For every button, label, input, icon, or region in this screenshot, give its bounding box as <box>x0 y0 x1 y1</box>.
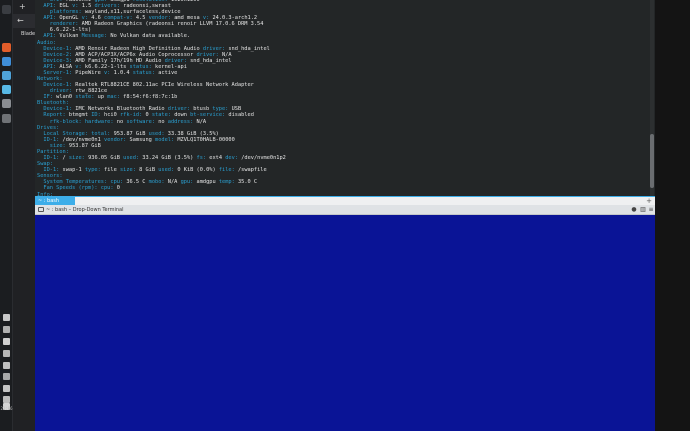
terminal-text: 953.87 GiB <box>68 142 101 149</box>
terminal-text: Samsung <box>129 136 156 143</box>
add-tab-button[interactable]: + <box>645 197 653 205</box>
terminal-key: size: <box>119 167 140 174</box>
terminal-key: Message: <box>81 33 111 40</box>
terminal-key: status: <box>132 69 159 76</box>
terminal-text: AMD Radeon Graphics (radeonsi renoir LLV… <box>81 21 264 28</box>
terminal-text: PipeWire <box>75 69 104 76</box>
dropdown-terminal-body[interactable] <box>35 215 655 431</box>
back-arrow-icon[interactable]: ← <box>17 17 24 25</box>
terminal-text: up <box>97 94 108 101</box>
terminal-key: address: <box>167 118 197 125</box>
terminal-key: software: <box>126 118 159 125</box>
terminal-key: gpu: <box>180 179 197 186</box>
terminal-text: snd_hda_intel <box>228 45 270 52</box>
terminal-key: file: <box>218 167 238 174</box>
tray-icon-2[interactable] <box>3 326 10 333</box>
terminal-text: active <box>158 69 178 76</box>
terminal-text: swap-1 <box>62 167 85 174</box>
settings-icon[interactable] <box>2 114 11 123</box>
terminal-text: f8:54:f6:f8:7c:1b <box>123 94 178 101</box>
tray-icon-4[interactable] <box>3 350 10 357</box>
terminal-text: 0 KiB (0.0%) <box>177 167 219 174</box>
terminal-text: /dev/nvme0n1p2 <box>241 155 286 162</box>
launcher-icon[interactable] <box>2 5 11 14</box>
terminal-key: type: <box>84 167 104 174</box>
desktop-background <box>655 0 690 431</box>
terminal-output: dri: radeonsi gpu: amdgpu resolution: 19… <box>37 0 286 196</box>
terminal-line: ID-1: / size: 936.05 GiB used: 33.24 GiB… <box>37 155 286 162</box>
terminal-text: 33.24 GiB (3.5%) <box>142 155 197 162</box>
terminal-text: /swapfile <box>237 167 267 174</box>
tray-icon-8[interactable] <box>3 396 10 403</box>
dock-clock: 21:06 <box>0 406 13 411</box>
terminal-text: no <box>116 118 127 125</box>
browser-tab-label[interactable]: Blade <box>21 31 35 37</box>
terminal-text: snd_hda_intel <box>190 57 232 64</box>
terminal-text: 1.0.4 <box>113 69 133 76</box>
terminal-key: dev: <box>225 155 242 162</box>
tray-icon-5[interactable] <box>3 362 10 369</box>
dropdown-tab-bar: ~ : bash + <box>35 196 655 205</box>
terminal-key: hardware: <box>84 118 117 125</box>
terminal-text: disabled <box>228 112 254 119</box>
terminal-icon[interactable] <box>2 85 11 94</box>
terminal-text: N/A <box>196 118 207 125</box>
terminal-text: No Vulkan data available. <box>110 33 191 40</box>
tray-icon-7[interactable] <box>3 385 10 392</box>
terminal-key: used: <box>123 155 143 162</box>
terminal-text: 936.05 GiB <box>88 155 124 162</box>
terminal-key: size: <box>68 155 89 162</box>
browser-icon[interactable] <box>2 43 11 52</box>
terminal-scrollbar[interactable] <box>650 0 654 196</box>
terminal-key: state: <box>75 94 98 101</box>
terminal-line: ID-1: swap-1 type: file size: 8 GiB used… <box>37 167 286 173</box>
terminal-key: used: <box>158 167 178 174</box>
new-tab-icon[interactable]: + <box>19 3 26 11</box>
microphone-icon[interactable]: ● <box>630 206 638 214</box>
dropdown-title-bar: ~ : bash – Drop-Down Terminal ● ▥ ≡ <box>35 205 655 215</box>
terminal-key: cpu: <box>100 185 117 192</box>
terminal-key: mac: <box>107 94 124 101</box>
terminal-text: file <box>104 167 120 174</box>
editor-icon[interactable] <box>2 99 11 108</box>
terminal-key: vendor: <box>104 136 130 143</box>
terminal-text: 36.5 C <box>126 179 149 186</box>
terminal-key: v: <box>103 69 114 76</box>
browser-window-edge: + ← Blade <box>13 0 35 431</box>
terminal-key: fs: <box>196 155 210 162</box>
terminal-text: 35.0 C <box>237 179 258 186</box>
files-icon[interactable] <box>2 57 11 66</box>
terminal-key: model: <box>155 136 178 143</box>
tray-icon-6[interactable] <box>3 373 10 380</box>
terminal-key: mobo: <box>148 179 168 186</box>
terminal-text: ext4 <box>209 155 226 162</box>
tray-icon-1[interactable] <box>3 314 10 321</box>
terminal-text: N/A <box>167 179 181 186</box>
terminal-text: 0 <box>116 185 120 192</box>
window-title: ~ : bash – Drop-Down Terminal <box>46 207 124 213</box>
terminal-text: no <box>158 118 168 125</box>
terminal-output-window[interactable]: dri: radeonsi gpu: amdgpu resolution: 19… <box>35 0 655 196</box>
tab-bash[interactable]: ~ : bash <box>35 197 75 205</box>
terminal-text: Vulkan <box>59 33 82 40</box>
chat-icon[interactable] <box>2 71 11 80</box>
terminal-icon <box>38 207 44 212</box>
split-view-icon[interactable]: ▥ <box>639 206 647 214</box>
terminal-text: amdgpu <box>196 179 219 186</box>
left-dock: 21:06 <box>0 0 13 431</box>
tray-icon-3[interactable] <box>3 338 10 345</box>
terminal-text: 8 GiB <box>139 167 159 174</box>
terminal-text: MZVLQ1T0HALB-00000 <box>177 136 235 143</box>
scrollbar-thumb[interactable] <box>650 134 654 188</box>
menu-icon[interactable]: ≡ <box>647 206 655 214</box>
terminal-text: 1920x1200 <box>170 0 200 3</box>
terminal-key: temp: <box>218 179 238 186</box>
